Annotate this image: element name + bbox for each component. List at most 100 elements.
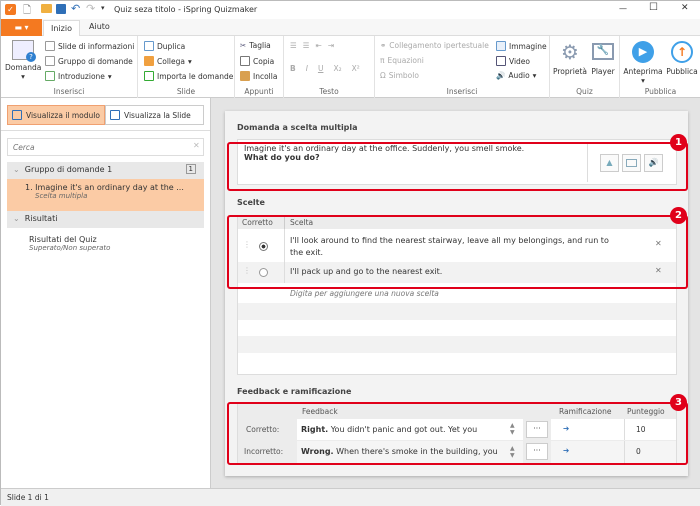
question-icon: ?	[12, 40, 36, 62]
question-section-title: Domanda a scelta multipla	[237, 123, 358, 132]
copy-button[interactable]: Copia	[240, 56, 274, 66]
label: Incolla	[253, 71, 278, 81]
group-pubblica: ▶ Anteprima ▾ ↑ Pubblica Pubblica	[620, 36, 700, 98]
label: Immagine	[509, 41, 547, 51]
symbol-button[interactable]: Ω Simbolo	[380, 71, 419, 80]
paste-button[interactable]: Incolla	[240, 71, 277, 81]
audio-button[interactable]: 🔊 Audio ▾	[496, 71, 536, 80]
feedback-section-title: Feedback e ramificazione	[237, 387, 352, 396]
group-appunti: ✂ Taglia Copia Incolla Appunti	[235, 36, 284, 98]
publish-button[interactable]: ↑ Pubblica	[664, 41, 700, 76]
group-label: Appunti	[244, 87, 274, 96]
close-button[interactable]: ✕	[681, 3, 689, 13]
subscript-button[interactable]: X₂	[333, 64, 341, 73]
label: Introduzione	[58, 71, 105, 81]
group-slide: Duplica Collega ▾ Importa le domande Sli…	[138, 36, 235, 98]
callout-box-3	[227, 402, 688, 465]
intro-button[interactable]: Introduzione ▾	[45, 71, 112, 81]
group-label: Testo	[319, 87, 339, 96]
group-quiz: ⚙ Proprietà 🔧 Player Quiz	[550, 36, 620, 98]
label: Collegamento ipertestuale	[389, 41, 489, 50]
import-questions-button[interactable]: Importa le domande	[144, 71, 233, 81]
minimize-button[interactable]: —	[619, 4, 627, 13]
paste-icon	[240, 71, 250, 81]
ribbon: ? Domanda ▾ Slide di informazioni Gruppo …	[1, 36, 700, 98]
collega-button[interactable]: Collega ▾	[144, 56, 192, 66]
file-menu-button[interactable]: ▬ ▾	[1, 19, 42, 36]
properties-button[interactable]: ⚙ Proprietà	[553, 41, 587, 76]
question-group-button[interactable]: Gruppo di domande	[45, 56, 133, 66]
label: Duplica	[157, 41, 186, 51]
import-icon	[144, 71, 154, 81]
player-button[interactable]: 🔧 Player	[588, 41, 618, 76]
question-type: Scelta multipla	[35, 192, 88, 200]
label: Visualizza il modulo	[26, 110, 100, 120]
label: Player	[591, 67, 615, 76]
maximize-button[interactable]: ☐	[649, 2, 658, 13]
open-folder-icon[interactable]	[41, 4, 52, 13]
group-count-badge: 1	[185, 164, 196, 174]
slide-info-button[interactable]: Slide di informazioni	[45, 41, 134, 51]
cut-button[interactable]: ✂ Taglia	[240, 41, 271, 50]
callout-box-1	[227, 142, 688, 191]
label: Taglia	[249, 41, 271, 50]
left-pane: Visualizza il modulo Visualizza la Slide…	[1, 98, 211, 488]
underline-button[interactable]: U	[318, 64, 324, 73]
tab-inizio[interactable]: Inizio	[43, 20, 80, 37]
equation-button[interactable]: π Equazioni	[380, 56, 424, 65]
search-input[interactable]	[7, 138, 204, 156]
image-button[interactable]: Immagine	[496, 41, 547, 51]
undo-icon[interactable]: ↶	[71, 2, 80, 15]
redo-icon[interactable]: ↷	[86, 2, 95, 15]
view-form-button[interactable]: Visualizza il modulo	[7, 105, 105, 125]
slide-count: Slide 1 di 1	[7, 493, 49, 502]
list-item-results[interactable]: Risultati del Quiz Superato/Non superato	[29, 235, 110, 252]
label: Risultati	[24, 214, 58, 223]
group-label: Inserisci	[53, 87, 85, 96]
results-sub: Superato/Non superato	[29, 244, 111, 252]
results-label: Risultati del Quiz	[29, 235, 97, 244]
quick-access-dropdown-icon[interactable]: ▾	[101, 4, 105, 12]
label: Proprietà	[553, 67, 587, 76]
clear-search-icon[interactable]: ✕	[193, 141, 200, 150]
italic-button[interactable]: I	[306, 64, 308, 73]
group-label: Pubblica	[644, 87, 677, 96]
pi-icon: π	[380, 56, 385, 65]
hyperlink-button[interactable]: ⚭ Collegamento ipertestuale	[380, 41, 489, 50]
copy-icon	[240, 56, 250, 66]
format-buttons[interactable]: B I U X₂ X²	[290, 64, 360, 73]
domanda-button[interactable]: ? Domanda ▾	[5, 40, 41, 81]
list-buttons[interactable]: ☰☰⇤⇥	[290, 41, 340, 50]
label: Simbolo	[388, 71, 419, 80]
preview-button[interactable]: ▶ Anteprima ▾	[623, 41, 663, 85]
ribbon-tabs: ▬ ▾ Inizio Aiuto	[1, 19, 700, 37]
bold-button[interactable]: B	[290, 64, 296, 73]
label: Audio	[508, 71, 530, 80]
callout-badge-2: 2	[670, 207, 687, 224]
domanda-label: Domanda	[5, 63, 42, 72]
label: Copia	[253, 56, 275, 66]
save-icon[interactable]	[56, 4, 66, 14]
group-label: Gruppo di domande 1	[24, 165, 113, 174]
list-item-question[interactable]: 1. Imagine it's an ordinary day at the .…	[7, 179, 204, 211]
label: Anteprima	[623, 67, 663, 76]
video-button[interactable]: Video	[496, 56, 530, 66]
duplica-button[interactable]: Duplica	[144, 41, 185, 51]
label: Pubblica	[666, 67, 698, 76]
results-header[interactable]: ⌄ Risultati	[7, 211, 204, 228]
label: Collega	[157, 56, 185, 66]
new-file-icon[interactable]: 🗋	[23, 3, 31, 20]
play-icon: ▶	[632, 41, 654, 63]
group-icon	[45, 56, 55, 66]
chevron-down-icon: ⌄	[13, 214, 20, 223]
group-inserisci: ? Domanda ▾ Slide di informazioni Gruppo …	[1, 36, 138, 98]
tab-aiuto[interactable]: Aiuto	[89, 22, 110, 31]
add-choice-input[interactable]: Digita per aggiungere una nuova scelta	[290, 289, 439, 298]
question-group-header[interactable]: ⌄ Gruppo di domande 1 1	[7, 162, 204, 179]
label: Slide di informazioni	[58, 41, 135, 51]
image-icon	[496, 41, 506, 51]
callout-badge-3: 3	[670, 394, 687, 411]
callout-badge-1: 1	[670, 134, 687, 151]
view-slide-button[interactable]: Visualizza la Slide	[105, 105, 204, 125]
superscript-button[interactable]: X²	[352, 64, 360, 73]
